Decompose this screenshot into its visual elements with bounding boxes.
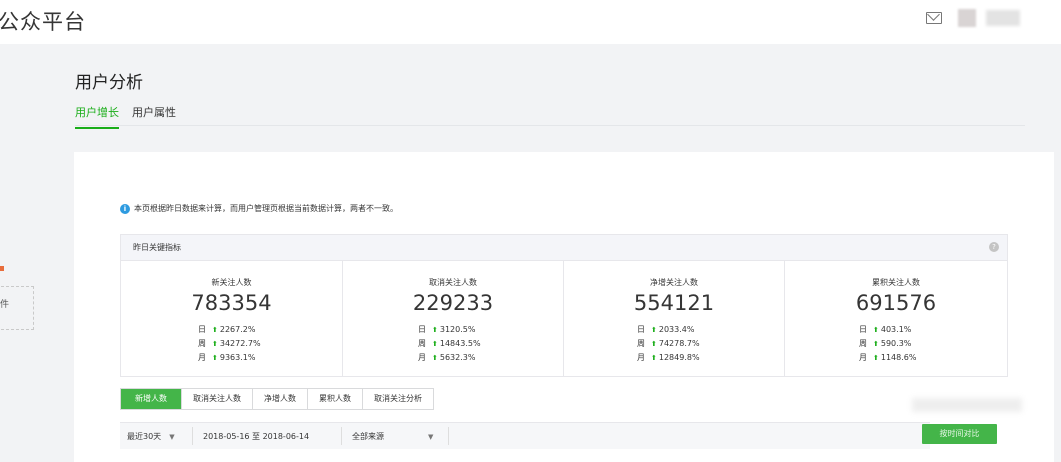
metric-new-follows: 新关注人数 783354 日 ⬆ 2267.2% 周 ⬆ 34272.7% 月 ⬆ 9363… [121, 261, 342, 376]
arrow-up-icon: ⬆ [873, 326, 879, 334]
dropdown-caret-icon: ▼ [428, 433, 434, 441]
arrow-up-icon: ⬆ [873, 340, 879, 348]
tab-unfollows[interactable]: 取消关注人数 [181, 389, 252, 409]
change-row-month: 月 ⬆ 1148.6% [859, 353, 917, 362]
notice-text: 本页根据昨日数据来计算，而用户管理页根据当前数据计算，两者不一致。 [134, 204, 398, 213]
arrow-up-icon: ⬆ [212, 354, 218, 362]
metric-label: 累积关注人数 [872, 278, 920, 287]
mail-icon[interactable] [926, 12, 942, 24]
filter-bar: 最近30天 ▼ 2018-05-16 至 2018-06-14 全部来源 ▼ [120, 422, 930, 449]
dropdown-caret-icon: ▼ [169, 433, 175, 441]
change-row-day: 日 ⬆ 3120.5% [418, 325, 476, 334]
change-row-day: 日 ⬆ 2267.2% [198, 325, 256, 334]
top-header: 公众平台 [0, 0, 1061, 44]
platform-brand[interactable]: 公众平台 [0, 6, 86, 36]
change-row-week: 周 ⬆ 14843.5% [418, 339, 481, 348]
date-range-picker[interactable]: 2018-05-16 至 2018-06-14 [203, 431, 309, 442]
metric-label: 取消关注人数 [429, 278, 477, 287]
change-row-month: 月 ⬆ 12849.8% [637, 353, 700, 362]
metric-changes: 日 ⬆ 2267.2% 周 ⬆ 34272.7% 月 ⬆ 9363.1% [198, 323, 261, 365]
change-row-week: 周 ⬆ 34272.7% [198, 339, 261, 348]
arrow-up-icon: ⬆ [432, 326, 438, 334]
metric-value: 229233 [412, 291, 494, 315]
tab-unfollow-analysis[interactable]: 取消关注分析 [362, 389, 433, 409]
tab-net-growth[interactable]: 净增人数 [252, 389, 307, 409]
metric-net-follows: 净增关注人数 554121 日 ⬆ 2033.4% 周 ⬆ 74278.7% 月 ⬆ 128… [563, 261, 784, 376]
sidebar-item-fragment[interactable]: 件 [0, 297, 9, 310]
arrow-up-icon: ⬆ [651, 340, 657, 348]
metric-value: 554121 [633, 291, 715, 315]
metric-value: 783354 [191, 291, 272, 315]
key-metrics-header: 昨日关键指标 ? [121, 235, 1007, 261]
avatar[interactable] [958, 9, 976, 27]
question-icon[interactable]: ? [989, 242, 999, 252]
change-row-month: 月 ⬆ 9363.1% [198, 353, 256, 362]
arrow-up-icon: ⬆ [212, 326, 218, 334]
change-row-day: 日 ⬆ 403.1% [859, 325, 912, 334]
metric-changes: 日 ⬆ 2033.4% 周 ⬆ 74278.7% 月 ⬆ 12849.8% [637, 323, 700, 365]
arrow-up-icon: ⬆ [651, 354, 657, 362]
key-metrics-title: 昨日关键指标 [133, 243, 181, 252]
arrow-up-icon: ⬆ [212, 340, 218, 348]
metric-label: 净增关注人数 [650, 278, 698, 287]
sidebar-new-badge [0, 266, 4, 271]
metric-changes: 日 ⬆ 3120.5% 周 ⬆ 14843.5% 月 ⬆ 5632.3% [418, 323, 481, 365]
change-row-day: 日 ⬆ 2033.4% [637, 325, 695, 334]
change-row-week: 周 ⬆ 590.3% [859, 339, 912, 348]
arrow-up-icon: ⬆ [432, 354, 438, 362]
metric-unfollows: 取消关注人数 229233 日 ⬆ 3120.5% 周 ⬆ 14843.5% 月 ⬆ 563… [342, 261, 563, 376]
chart-type-tabs: 新增人数 取消关注人数 净增人数 累积人数 取消关注分析 [120, 388, 434, 410]
metric-label: 新关注人数 [211, 278, 252, 287]
page-title: 用户分析 [75, 73, 143, 93]
change-row-week: 周 ⬆ 74278.7% [637, 339, 700, 348]
tab-user-attributes[interactable]: 用户属性 [132, 104, 176, 127]
metric-changes: 日 ⬆ 403.1% 周 ⬆ 590.3% 月 ⬆ 1148.6% [859, 323, 916, 365]
account-name-blurred[interactable] [986, 10, 1020, 26]
arrow-up-icon: ⬆ [873, 354, 879, 362]
metric-value: 691576 [855, 291, 937, 315]
arrow-up-icon: ⬆ [432, 340, 438, 348]
arrow-up-icon: ⬆ [651, 326, 657, 334]
data-notice: i 本页根据昨日数据来计算，而用户管理页根据当前数据计算，两者不一致。 [120, 203, 398, 214]
key-metrics-panel: 昨日关键指标 ? 新关注人数 783354 日 ⬆ 2267.2% 周 ⬆ 34272.… [120, 234, 1008, 377]
filter-divider [192, 427, 193, 445]
change-row-month: 月 ⬆ 5632.3% [418, 353, 476, 362]
info-icon: i [120, 203, 130, 214]
filter-divider [448, 427, 449, 445]
metric-total-follows: 累积关注人数 691576 日 ⬆ 403.1% 周 ⬆ 590.3% 月 ⬆ 1148.6… [784, 261, 1007, 376]
tabs-divider [75, 125, 1025, 126]
tab-new-users[interactable]: 新增人数 [121, 389, 181, 409]
source-select[interactable]: 全部来源 ▼ [352, 431, 433, 442]
filter-divider [341, 427, 342, 445]
tab-cumulative[interactable]: 累积人数 [307, 389, 362, 409]
period-select[interactable]: 最近30天 ▼ [127, 431, 175, 442]
blurred-overlay [912, 398, 1022, 412]
compare-by-time-button[interactable]: 按时间对比 [922, 424, 997, 444]
